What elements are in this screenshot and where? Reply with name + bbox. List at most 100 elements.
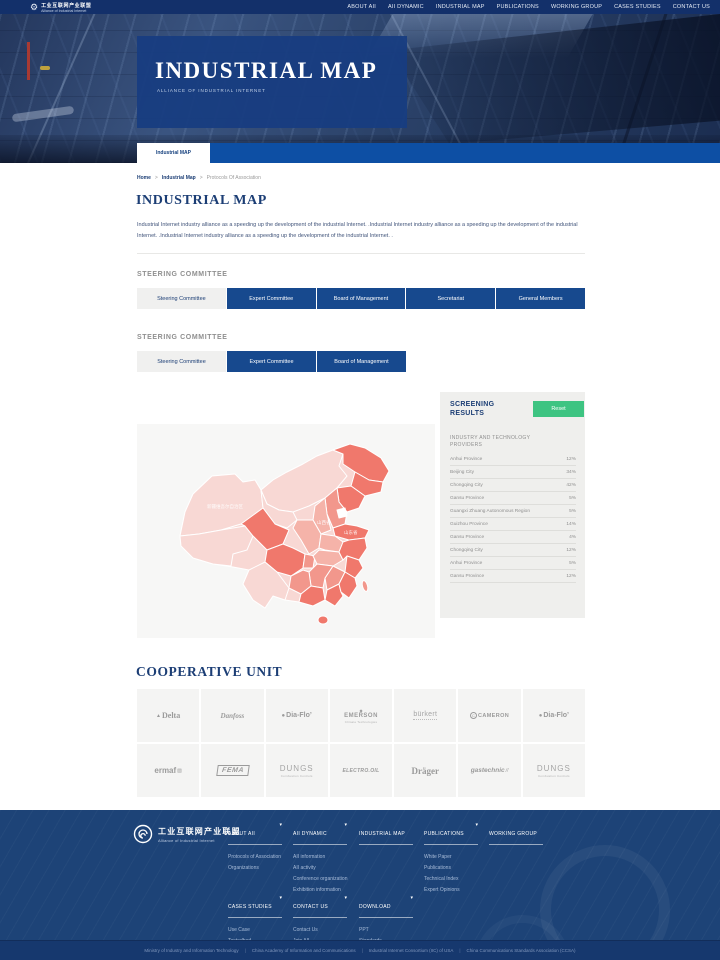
breadcrumb-home[interactable]: Home <box>137 175 151 181</box>
provider-row[interactable]: Gansu Province 12% <box>450 570 576 583</box>
footer-logo[interactable]: 工业互联网产业联盟 Alliance of Industrial Interne… <box>133 824 241 844</box>
tab-steering-committee[interactable]: Steering Committee <box>137 351 226 372</box>
provider-row[interactable]: Anhui Province 12% <box>450 453 576 466</box>
nav-item-industrial-map[interactable]: INDUSTRIAL MAP <box>436 4 485 10</box>
provider-row[interactable]: Gansu Province 4% <box>450 531 576 544</box>
partner-logo-text: CAMERON <box>478 713 509 719</box>
screening-category-label: INDUSTRY AND TECHNOLOGY PROVIDERS <box>450 435 562 449</box>
provider-name: Anhui Province <box>450 457 482 462</box>
footer-link[interactable]: Expert Opinions <box>424 885 484 896</box>
footer-col-header[interactable]: CASES STUDIES ▾ <box>228 895 282 918</box>
china-map: 新疆维吾尔自治区 山西省 山东省 <box>137 424 435 638</box>
partner-logo-text: Delta <box>162 711 180 720</box>
tab-secretariat[interactable]: Secretariat <box>406 288 495 309</box>
footer-link[interactable]: PPT <box>359 925 419 936</box>
partner-logo-text: FEMA <box>216 765 249 776</box>
footer-col-header[interactable]: WORKING GROUP <box>489 822 543 845</box>
reset-button[interactable]: Reset <box>533 401 584 417</box>
nav-item-about-aii[interactable]: ABOUT AII <box>347 4 376 10</box>
provider-value: 12% <box>566 574 576 579</box>
footer-link[interactable]: Publications <box>424 863 484 874</box>
footer-watermark-circle <box>540 845 670 940</box>
partner-logo-text: DUNGS <box>537 764 571 773</box>
tab-board-of-management[interactable]: Board of Management <box>317 351 406 372</box>
logo-text-en: Alliance of Industrial Internet <box>41 9 91 13</box>
nav-item-aii-dynamic[interactable]: AII DYNAMIC <box>388 4 424 10</box>
footer-link[interactable]: Contact Us <box>293 925 353 936</box>
footer-link[interactable]: Technical Index <box>424 874 484 885</box>
provider-row[interactable]: Gansu Province 5% <box>450 492 576 505</box>
tab-expert-committee[interactable]: Expert Committee <box>227 351 316 372</box>
nav-item-publications[interactable]: PUBLICATIONS <box>497 4 539 10</box>
chevron-down-icon: ▾ <box>344 895 347 901</box>
bottom-bar-link[interactable]: Industrial Internet Consortium (IIC) of … <box>369 948 454 953</box>
bottom-bar-link[interactable]: China Communications Standards Associati… <box>467 948 576 953</box>
site-logo[interactable]: ⚙ 工业互联网产业联盟 Alliance of Industrial Inter… <box>30 0 91 14</box>
provider-value: 4% <box>569 535 576 540</box>
footer-link[interactable]: Protocols of Association <box>228 852 288 863</box>
footer-link[interactable]: Organizations <box>228 863 288 874</box>
partner-logo-electro-oil: ELECTRO.OIL <box>330 744 392 797</box>
hero-title: INDUSTRIAL MAP <box>155 58 407 84</box>
provider-name: Gansu Province <box>450 535 484 540</box>
partner-logo-dia-flo: ●Dia-Flo’ <box>523 689 585 742</box>
partner-logo-text: Dia-Flo’ <box>543 712 569 719</box>
provider-row[interactable]: Guizhou Province 14% <box>450 518 576 531</box>
map-region-beijing[interactable] <box>337 508 347 518</box>
bottom-bar: Ministry of Industry and Information Tec… <box>0 940 720 960</box>
footer-link[interactable]: AII information <box>293 852 353 863</box>
partner-logo-danfoss: Danfoss <box>201 689 263 742</box>
footer-col-title: INDUSTRIAL MAP <box>359 831 405 837</box>
footer-col-header[interactable]: INDUSTRIAL MAP <box>359 822 413 845</box>
provider-row[interactable]: Chongqing City 12% <box>450 544 576 557</box>
footer-link[interactable]: White Paper <box>424 852 484 863</box>
provider-row[interactable]: Anhui Province 5% <box>450 557 576 570</box>
hero-photo-fuselage <box>12 106 75 123</box>
footer-link[interactable]: Use Case <box>228 925 288 936</box>
circle-c-icon: C <box>470 712 477 719</box>
tab-expert-committee[interactable]: Expert Committee <box>227 288 316 309</box>
intro-paragraph: Industrial Internet industry alliance as… <box>137 220 585 242</box>
partner-logo-cameron: CCAMERON <box>458 689 520 742</box>
provider-row[interactable]: Chongqing City 42% <box>450 479 576 492</box>
partner-logo-subtext: Combustion Controls <box>538 774 570 778</box>
tab-general-members[interactable]: General Members <box>496 288 585 309</box>
provider-name: Chongqing City <box>450 548 483 553</box>
footer-col-working-group: WORKING GROUP <box>489 822 549 845</box>
footer-col-header[interactable]: AII DYNAMIC ▾ <box>293 822 347 845</box>
partner-logo-dia-flo: ●Dia-Flo’ <box>266 689 328 742</box>
bottom-bar-link[interactable]: Ministry of Industry and Information Tec… <box>144 948 238 953</box>
map-region-taiwan[interactable] <box>361 580 369 592</box>
map-label-shanxi: 山西省 <box>317 519 331 526</box>
footer-link[interactable]: AII activity <box>293 863 353 874</box>
provider-name: Gansu Province <box>450 496 484 501</box>
page-title: INDUSTRIAL MAP <box>136 193 267 209</box>
chevron-down-icon: ▾ <box>410 895 413 901</box>
footer-col-header[interactable]: ABOUT AII ▾ <box>228 822 282 845</box>
partner-logo-subtext: Climate Technologies <box>345 720 377 724</box>
footer-col-publications: PUBLICATIONS ▾ White Paper Publications … <box>424 822 484 896</box>
provider-row[interactable]: Guangxi Zhuang Autonomous Region 5% <box>450 505 576 518</box>
tab-industrial-map[interactable]: Industrial MAP <box>137 143 210 163</box>
provider-row[interactable]: Beijing City 34% <box>450 466 576 479</box>
breadcrumb-industrial-map[interactable]: Industrial Map <box>162 175 196 181</box>
tab-steering-committee[interactable]: Steering Committee <box>137 288 226 309</box>
delta-triangle-icon: ▲ <box>156 713 161 719</box>
footer-col-header[interactable]: DOWNLOAD ▾ <box>359 895 413 918</box>
footer-col-header[interactable]: PUBLICATIONS ▾ <box>424 822 478 845</box>
nav-item-cases-studies[interactable]: CASES STUDIES <box>614 4 661 10</box>
section-label-steering-committee: STEERING COMMITTEE <box>137 271 228 278</box>
map-region-hainan[interactable] <box>318 616 328 624</box>
footer-link[interactable]: Conference organization <box>293 874 353 885</box>
partner-logo-ermaf: ermaf▨ <box>137 744 199 797</box>
hero-tabbar: Industrial MAP <box>137 143 720 163</box>
bottom-bar-link[interactable]: China Academy of Information and Communi… <box>252 948 356 953</box>
square-icon: ▨ <box>177 768 182 774</box>
tab-board-of-management[interactable]: Board of Management <box>317 288 406 309</box>
bottom-bar-separator: | <box>362 948 363 953</box>
partner-logo-text: gastechnic <box>471 767 505 774</box>
nav-item-working-group[interactable]: WORKING GROUP <box>551 4 602 10</box>
screening-results-panel: SCREENING RESULTS Reset INDUSTRY AND TEC… <box>440 392 585 618</box>
footer-col-header[interactable]: CONTACT US ▾ <box>293 895 347 918</box>
nav-item-contact-us[interactable]: CONTACT US <box>673 4 710 10</box>
